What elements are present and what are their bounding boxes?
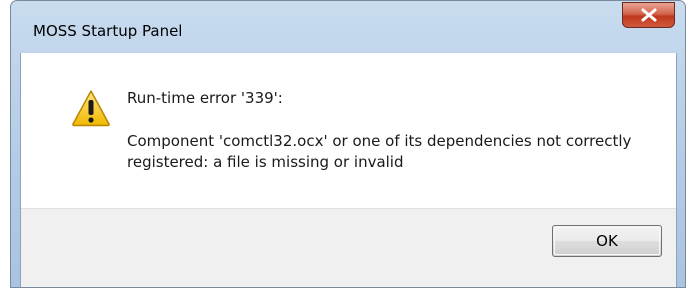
close-x-icon (641, 8, 657, 22)
window-title: MOSS Startup Panel (33, 22, 183, 40)
message-area: Run-time error '339': Component 'comctl3… (21, 53, 676, 208)
button-bar: OK (21, 208, 676, 287)
error-title: Run-time error '339': (127, 89, 283, 107)
ok-button[interactable]: OK (552, 225, 662, 257)
title-bar[interactable]: MOSS Startup Panel (11, 1, 685, 53)
ok-button-label: OK (596, 232, 618, 250)
dialog-client-area: Run-time error '339': Component 'comctl3… (20, 53, 677, 287)
warning-triangle-icon (72, 90, 110, 127)
dialog-window: MOSS Startup Panel Run-time error '339': (10, 0, 686, 288)
close-button[interactable] (622, 2, 675, 28)
error-message: Component 'comctl32.ocx' or one of its d… (127, 132, 632, 171)
